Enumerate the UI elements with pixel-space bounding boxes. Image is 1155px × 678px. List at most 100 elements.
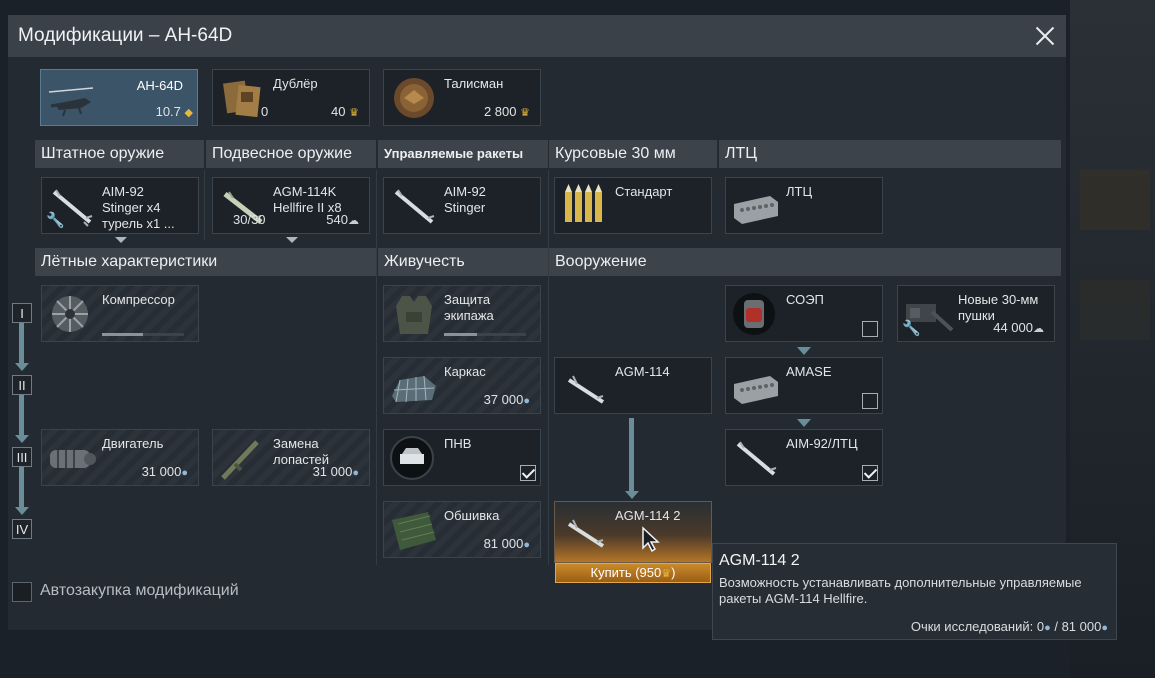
golden-eagle-icon: ♛ [520, 107, 530, 119]
research-points-icon: ● [181, 467, 188, 479]
buy-button[interactable]: Купить (950♛) [555, 563, 711, 583]
mod-agm-114-name: AGM-114 [615, 364, 670, 379]
ammo-icon [565, 184, 602, 222]
tier-connector [19, 323, 24, 365]
armor-vest-icon [396, 296, 432, 334]
mod-crew-protection-progress [444, 333, 526, 336]
mod-soep[interactable]: СОЭП [725, 285, 883, 342]
mod-amase-checkbox[interactable] [862, 393, 878, 409]
suspended-weapon-card[interactable]: AGM-114K Hellfire II x8 30/30 540☁ [212, 177, 370, 234]
mod-skin-cost: 81 000 [483, 536, 524, 551]
mod-engine-name: Двигатель [102, 436, 164, 451]
mod-compressor-progress [102, 333, 184, 336]
mod-aim-92-ltc-name: AIM-92/ЛТЦ [786, 436, 858, 451]
silver-lion-icon: ☁ [1033, 323, 1044, 335]
expand-arrow-icon[interactable] [286, 237, 298, 243]
tier-connector [19, 467, 24, 509]
arrow-down-icon [797, 419, 811, 427]
mod-crew-protection-name: Защита экипажа [444, 292, 494, 323]
tier-2: II [12, 375, 32, 395]
close-icon[interactable] [1030, 21, 1060, 51]
arrow-down-icon [15, 507, 29, 515]
gun-ammo-card[interactable]: Стандарт [554, 177, 712, 234]
crew-backup-cost: 40 [331, 104, 346, 119]
mod-agm-114-2-name: AGM-114 2 [615, 508, 681, 523]
crew-backup-count: 0 [261, 104, 269, 119]
header-ltc: ЛТЦ [719, 140, 1061, 168]
mod-frame-cost: 37 000 [483, 392, 524, 407]
rotor-blade-icon [221, 440, 259, 480]
research-label: Очки исследований: [910, 619, 1037, 634]
cursor-icon [642, 526, 660, 552]
missile-icon [567, 519, 605, 548]
tooltip-title: AGM-114 2 [719, 552, 800, 569]
mod-new-guns[interactable]: Новые 30-мм пушки 🔧 44 000☁ [897, 285, 1055, 342]
tier-3: III [12, 447, 32, 467]
arrow-down-icon [15, 363, 29, 371]
expand-arrow-icon[interactable] [115, 237, 127, 243]
talisman-card[interactable]: Талисман 2 800 ♛ [383, 69, 541, 126]
mod-soep-checkbox[interactable] [862, 321, 878, 337]
mod-engine-cost: 31 000 [141, 464, 182, 479]
guided-missile-name: AIM-92 Stinger [444, 184, 486, 215]
auto-buy-checkbox[interactable] [12, 582, 32, 602]
arrow-down-icon [15, 435, 29, 443]
header-standard-weapons: Штатное оружие [35, 140, 204, 168]
engine-icon [50, 450, 96, 468]
mod-night-vision-name: ПНВ [444, 436, 472, 451]
dependency-line [629, 418, 634, 492]
header-guided-missiles: Управляемые ракеты [378, 140, 548, 168]
mod-aim-92-ltc-checkbox[interactable] [862, 465, 878, 481]
mod-skin[interactable]: Обшивка 81 000● [383, 501, 541, 558]
mod-frame[interactable]: Каркас 37 000● [383, 357, 541, 414]
missile-icon [394, 189, 435, 224]
vehicle-name: AH-64D [136, 78, 183, 93]
header-guns-30mm: Курсовые 30 мм [549, 140, 717, 168]
window-title: Модификации – AH-64D [18, 25, 233, 46]
mod-night-vision[interactable]: ПНВ [383, 429, 541, 486]
research-sep: / [1050, 619, 1062, 634]
gun-ammo-name: Стандарт [615, 184, 673, 199]
suspended-weapon-count: 30/30 [233, 212, 266, 227]
standard-weapon-card[interactable]: AIM-92 Stinger x4 турель x1 ... 🔧 [41, 177, 199, 234]
crew-backup-card[interactable]: Дублёр 0 40 ♛ [212, 69, 370, 126]
research-need: 81 000 [1061, 619, 1102, 634]
auto-buy-label: Автозакупка модификаций [40, 582, 239, 599]
mod-amase-name: AMASE [786, 364, 832, 379]
buy-button-label: Купить (950 [590, 565, 662, 580]
research-points-icon: ● [1101, 622, 1108, 634]
mod-new-guns-cost: 44 000 [993, 320, 1033, 335]
golden-eagle-icon: ♛ [661, 568, 672, 580]
mod-compressor[interactable]: Компрессор [41, 285, 199, 342]
wrench-icon: 🔧 [46, 212, 65, 229]
column-divider [376, 170, 377, 565]
standard-weapon-name: AIM-92 Stinger x4 турель x1 ... [102, 184, 175, 231]
skin-panel-icon [392, 512, 436, 550]
header-armament: Вооружение [549, 248, 1061, 276]
mod-night-vision-checkbox[interactable] [520, 465, 536, 481]
missile-icon [567, 375, 605, 404]
compressor-icon [52, 296, 88, 332]
research-points-icon: ● [523, 539, 530, 551]
mod-crew-protection[interactable]: Защита экипажа [383, 285, 541, 342]
helicopter-icon [48, 87, 94, 117]
suspended-weapon-cost: 540 [326, 212, 348, 227]
ltc-name: ЛТЦ [786, 184, 813, 199]
mod-engine[interactable]: Двигатель 31 000● [41, 429, 199, 486]
mod-aim-92-ltc[interactable]: AIM-92/ЛТЦ [725, 429, 883, 486]
mod-compressor-name: Компрессор [102, 292, 175, 307]
golden-eagle-icon: ♛ [349, 107, 359, 119]
research-points-icon: ● [1044, 622, 1051, 634]
ltc-card[interactable]: ЛТЦ [725, 177, 883, 234]
talisman-icon [394, 78, 434, 118]
buy-button-suffix: ) [671, 565, 676, 580]
header-suspended-weapons: Подвесное оружие [206, 140, 376, 168]
mod-amase[interactable]: AMASE [725, 357, 883, 414]
tier-connector [19, 395, 24, 437]
mod-agm-114[interactable]: AGM-114 [554, 357, 712, 414]
guided-missile-card[interactable]: AIM-92 Stinger [383, 177, 541, 234]
mod-blades[interactable]: Замена лопастей 31 000● [212, 429, 370, 486]
flare-pod-icon [734, 196, 778, 224]
mod-agm-114-2[interactable]: AGM-114 2 [554, 501, 712, 563]
vehicle-card[interactable]: AH-64D 10.7 ◆ [40, 69, 198, 126]
